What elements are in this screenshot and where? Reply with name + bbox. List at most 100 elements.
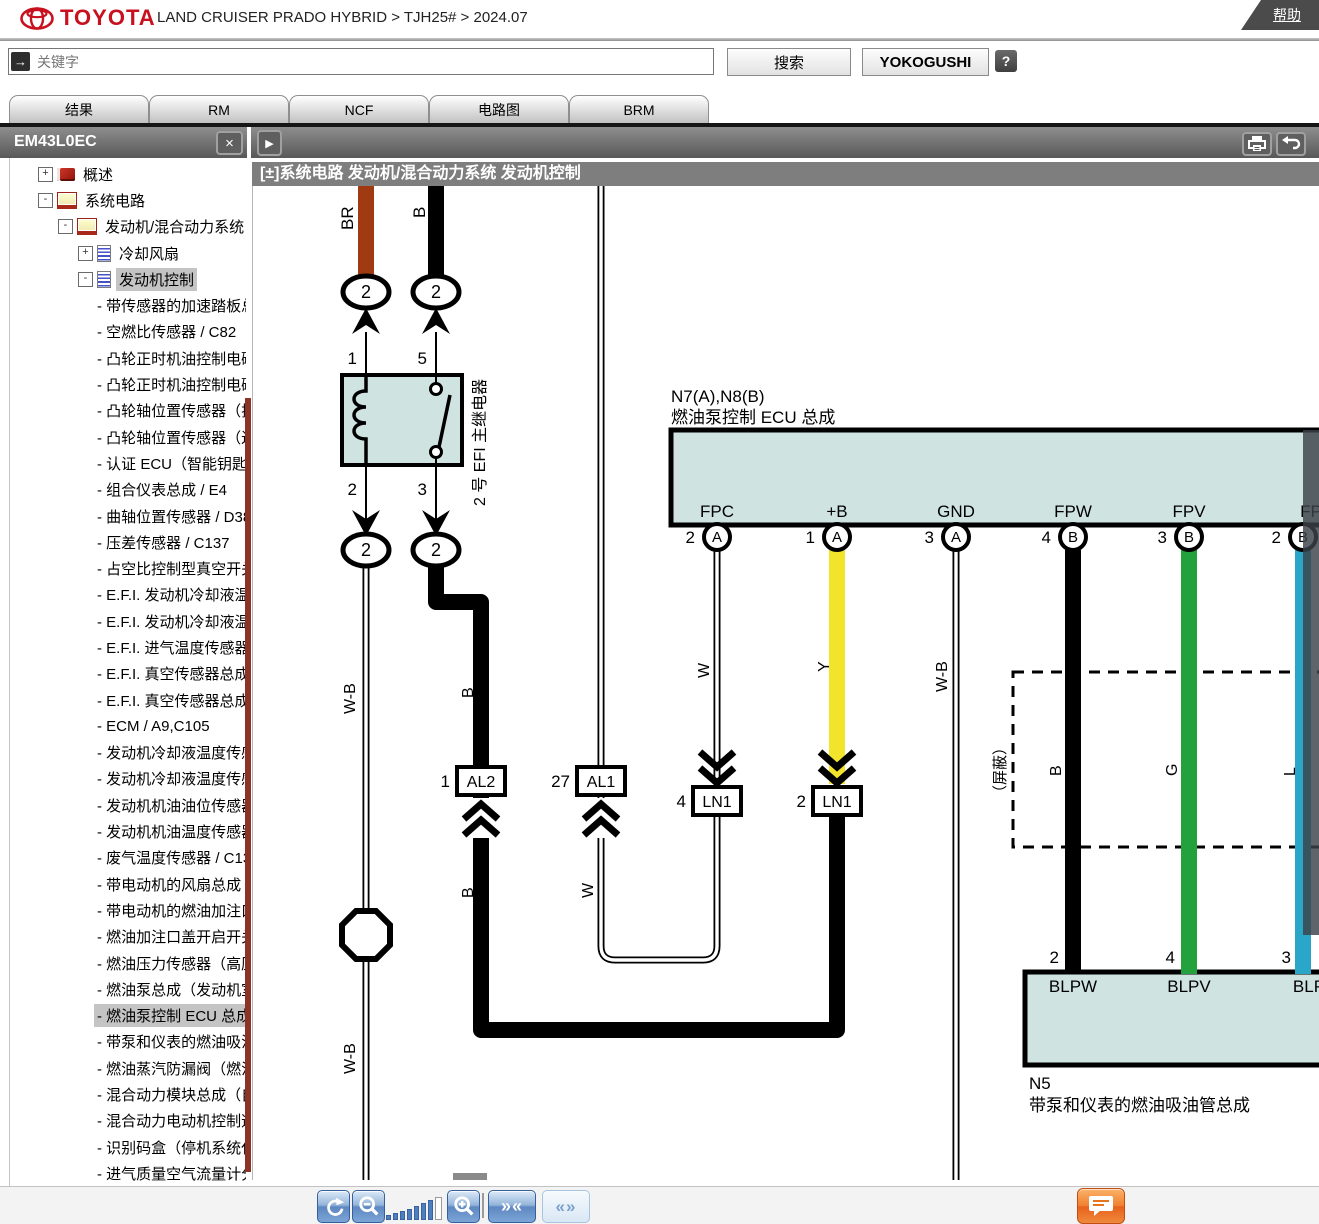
tree-leaf[interactable]: - 发动机机油温度传感器（ — [10, 818, 246, 844]
tree-leaf[interactable]: - 凸轮轴位置传感器（进气 — [10, 424, 246, 450]
tree-leaf[interactable]: - 燃油泵控制 ECU 总成 / — [10, 1003, 246, 1029]
tree-leaf[interactable]: - 认证 ECU（智能钥匙 EC — [10, 450, 246, 476]
tree-item-label[interactable]: - 燃油蒸汽防漏阀（燃油箱 — [94, 1057, 246, 1080]
back-button[interactable] — [1276, 132, 1306, 156]
tree-item-label[interactable]: - E.F.I. 发动机冷却液温度 — [94, 610, 246, 633]
search-input[interactable] — [8, 48, 714, 75]
tree-item-label[interactable]: - 燃油泵控制 ECU 总成 / — [94, 1004, 246, 1027]
zoom-out-button[interactable] — [352, 1190, 385, 1223]
tree-item-label[interactable]: - 发动机冷却液温度传感器 — [94, 741, 246, 764]
tree-leaf[interactable]: - 发动机冷却液温度传感器 — [10, 740, 246, 766]
tree-item-label[interactable]: - 凸轮轴位置传感器（排气 — [94, 399, 246, 422]
tree-leaf[interactable]: - 发动机冷却液温度传感器 — [10, 766, 246, 792]
tree-node[interactable]: + 冷却风扇 — [10, 240, 246, 266]
tree-item-label[interactable]: - 组合仪表总成 / E4 — [94, 478, 230, 501]
tree-leaf[interactable]: - 压差传感器 / C137 — [10, 529, 246, 555]
tree-item-label[interactable]: - 占空比控制型真空开关阀 — [94, 557, 246, 580]
tree-leaf[interactable]: - 进气质量空气流量计分总 — [10, 1160, 246, 1186]
tree-leaf[interactable]: - 凸轮正时机油控制电磁阀 — [10, 371, 246, 397]
zoom-bar-current[interactable] — [435, 1197, 442, 1220]
tree-item-label[interactable]: - 认证 ECU（智能钥匙 EC — [94, 452, 246, 475]
tree-leaf[interactable]: - 燃油加注口盖开启开关 / — [10, 924, 246, 950]
tree-leaf[interactable]: - 混合动力模块总成（自动 — [10, 1081, 246, 1107]
print-button[interactable] — [1242, 132, 1272, 156]
tree-item-label[interactable]: - E.F.I. 真空传感器总成 / — [94, 662, 246, 685]
tree-item-label[interactable]: - 带泵和仪表的燃油吸油管 — [94, 1030, 246, 1053]
expand-icon[interactable]: + — [78, 246, 93, 261]
tree-item-label[interactable]: 概述 — [80, 163, 116, 186]
tree-item-label[interactable]: - 空燃比传感器 / C82 — [94, 320, 239, 343]
expand-icon[interactable]: + — [38, 167, 53, 182]
zoom-bar[interactable] — [407, 1209, 412, 1220]
tree-leaf[interactable]: - E.F.I. 发动机冷却液温度 — [10, 582, 246, 608]
feedback-button[interactable] — [1077, 1188, 1125, 1224]
tree-item-label[interactable]: - 凸轮轴位置传感器（进气 — [94, 426, 246, 449]
question-icon[interactable]: ? — [995, 50, 1017, 72]
tree-leaf[interactable]: - 带电动机的燃油加注口盖 — [10, 897, 246, 923]
tree-leaf[interactable]: - E.F.I. 进气温度传感器 / — [10, 634, 246, 660]
tree-leaf[interactable]: - 燃油蒸汽防漏阀（燃油箱 — [10, 1055, 246, 1081]
tree-item-label[interactable]: - 凸轮正时机油控制电磁阀 — [94, 373, 246, 396]
zoom-bar[interactable] — [393, 1213, 398, 1220]
tree-item-label[interactable]: 发动机控制 — [116, 268, 197, 291]
tree-item-label[interactable]: - 废气温度传感器 / C139 — [94, 846, 246, 869]
search-button[interactable]: 搜索 — [727, 48, 851, 76]
tree-leaf[interactable]: - E.F.I. 发动机冷却液温度 — [10, 608, 246, 634]
expand-panel-icon[interactable]: ▶ — [257, 130, 282, 156]
zoom-bar[interactable] — [421, 1203, 426, 1220]
tree-item-label[interactable]: 冷却风扇 — [116, 242, 182, 265]
tree-item-label[interactable]: - 燃油泵总成（发动机室侧 — [94, 978, 246, 1001]
tree-item-label[interactable]: - E.F.I. 真空传感器总成 / — [94, 689, 246, 712]
tree-item-label[interactable]: - ECM / A9,C105 — [94, 717, 213, 736]
wiring-diagram-viewport[interactable]: 22222A1A3A4B3B2B1AL227AL14LN12LN1BRB1523… — [252, 186, 1319, 1180]
tab-RM[interactable]: RM — [149, 95, 289, 124]
horizontal-scrollbar-thumb[interactable] — [453, 1173, 487, 1180]
tree-leaf[interactable]: - E.F.I. 真空传感器总成 / — [10, 661, 246, 687]
tree-item-label[interactable]: - E.F.I. 发动机冷却液温度 — [94, 583, 246, 606]
diagram-title[interactable]: [±]系统电路 发动机/混合动力系统 发动机控制 — [252, 162, 1319, 186]
tree-leaf[interactable]: - 带泵和仪表的燃油吸油管 — [10, 1029, 246, 1055]
zoom-in-button[interactable] — [447, 1190, 480, 1223]
tree-item-label[interactable]: - 带电动机的风扇总成 / h2 — [94, 873, 246, 896]
tab-结果[interactable]: 结果 — [9, 95, 149, 124]
tree-item-label[interactable]: - 识别码盒（停机系统代码 — [94, 1136, 246, 1159]
close-panel-icon[interactable]: × — [216, 131, 243, 155]
tree-item-label[interactable]: - 压差传感器 / C137 — [94, 531, 233, 554]
help-tab[interactable]: 帮助 — [1241, 0, 1319, 30]
tree-item-label[interactable]: - 带传感器的加速踏板总成 — [94, 294, 246, 317]
tree-node[interactable]: - 发动机/混合动力系统 — [10, 214, 246, 240]
tree-node[interactable]: + 概述 — [10, 161, 246, 187]
tree-leaf[interactable]: - 组合仪表总成 / E4 — [10, 477, 246, 503]
tree-item-label[interactable]: - 进气质量空气流量计分总 — [94, 1162, 246, 1185]
tree-leaf[interactable]: - 识别码盒（停机系统代码 — [10, 1134, 246, 1160]
tree-leaf[interactable]: - ECM / A9,C105 — [10, 713, 246, 739]
zoom-level-bars[interactable] — [386, 1196, 442, 1220]
tree-node[interactable]: -发动机控制 — [10, 266, 246, 292]
collapse-icon[interactable]: - — [38, 193, 53, 208]
collapse-icon[interactable]: - — [58, 219, 73, 234]
tree-item-label[interactable]: - 燃油加注口盖开启开关 / — [94, 925, 246, 948]
zoom-bar[interactable] — [414, 1206, 419, 1220]
tree-item-label[interactable]: 系统电路 — [82, 189, 148, 212]
tree-item-label[interactable]: - 曲轴位置传感器 / D38 — [94, 505, 246, 528]
tree-item-label[interactable]: - 发动机冷却液温度传感器 — [94, 767, 246, 790]
tree-leaf[interactable]: - 曲轴位置传感器 / D38 — [10, 503, 246, 529]
page-nav-button[interactable]: «» — [542, 1190, 590, 1223]
tree-node[interactable]: - 系统电路 — [10, 187, 246, 213]
tree-leaf[interactable]: - 燃油压力传感器（高压侧 — [10, 950, 246, 976]
tree-leaf[interactable]: - 空燃比传感器 / C82 — [10, 319, 246, 345]
tree-item-label[interactable]: - 燃油压力传感器（高压侧 — [94, 952, 246, 975]
tree-item-label[interactable]: 发动机/混合动力系统 — [102, 215, 246, 238]
tree-leaf[interactable]: - 带传感器的加速踏板总成 — [10, 292, 246, 318]
tree-item-label[interactable]: - E.F.I. 进气温度传感器 / — [94, 636, 246, 659]
fit-width-button[interactable]: »« — [488, 1190, 536, 1223]
tree-item-label[interactable]: - 凸轮正时机油控制电磁阀 — [94, 347, 246, 370]
tree-leaf[interactable]: - 带电动机的风扇总成 / h2 — [10, 871, 246, 897]
tree-item-label[interactable]: - 带电动机的燃油加注口盖 — [94, 899, 246, 922]
search-go-icon[interactable]: → — [11, 52, 30, 71]
tree-leaf[interactable]: - 燃油泵总成（发动机室侧 — [10, 976, 246, 1002]
tree-leaf[interactable]: - 混合动力电动机控制逆变 — [10, 1108, 246, 1134]
tree-item-label[interactable]: - 发动机机油油位传感器 / — [94, 794, 246, 817]
tree-leaf[interactable]: - 占空比控制型真空开关阀 — [10, 555, 246, 581]
yokogushi-button[interactable]: YOKOGUSHI — [862, 48, 989, 76]
